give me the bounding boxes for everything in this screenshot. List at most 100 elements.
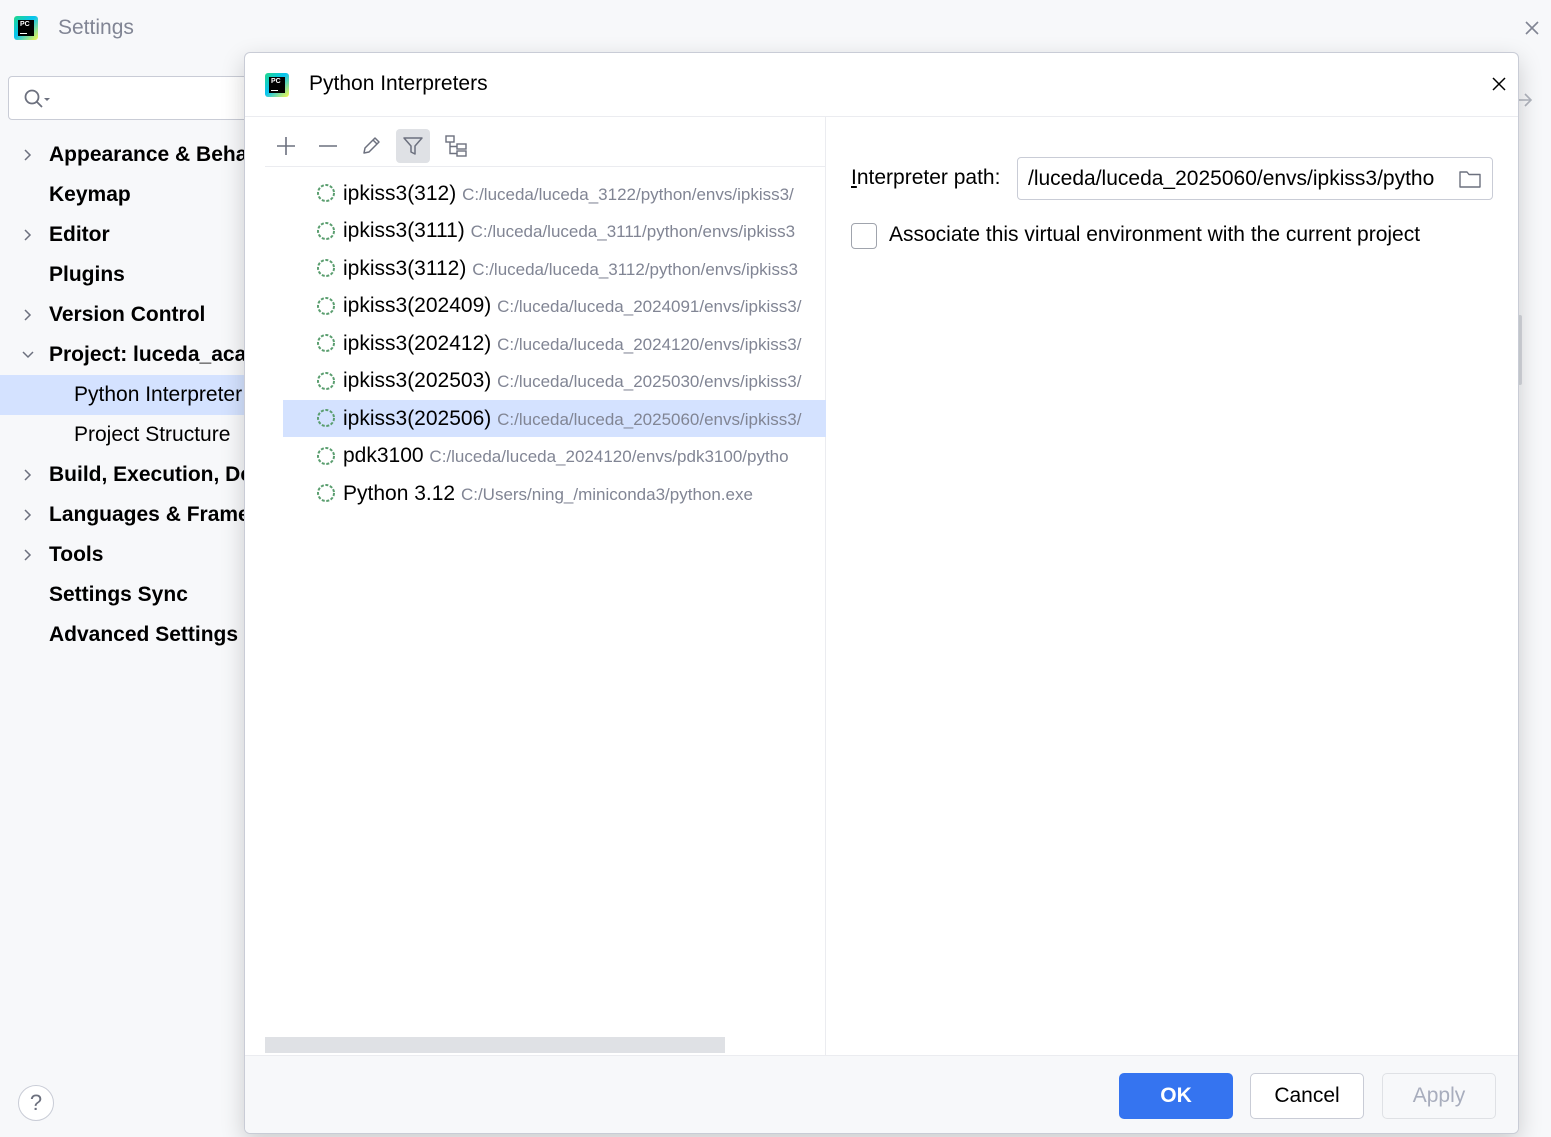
interpreter-name-text: ipkiss3(3111) bbox=[343, 219, 465, 242]
minus-icon bbox=[319, 145, 337, 147]
interpreter-name: ipkiss3(202412) C:/luceda/luceda_2024120… bbox=[343, 332, 801, 356]
sidebar-item-label: Project Structure bbox=[74, 423, 231, 446]
interpreter-name: ipkiss3(202409) C:/luceda/luceda_2024091… bbox=[343, 294, 801, 318]
interpreter-list-item[interactable]: ipkiss3(202503) C:/luceda/luceda_2025030… bbox=[283, 363, 826, 400]
virtualenv-icon bbox=[316, 371, 336, 391]
help-button[interactable]: ? bbox=[18, 1085, 54, 1121]
remove-interpreter-button[interactable] bbox=[311, 129, 345, 163]
sidebar-item-version-control[interactable]: Version Control bbox=[0, 295, 260, 335]
interpreter-path: C:/luceda/luceda_3122/python/envs/ipkiss… bbox=[462, 184, 794, 204]
interpreter-name: ipkiss3(3112) C:/luceda/luceda_3112/pyth… bbox=[343, 257, 798, 281]
interpreter-list-item[interactable]: ipkiss3(202412) C:/luceda/luceda_2024120… bbox=[283, 325, 826, 362]
edit-interpreter-button[interactable] bbox=[354, 129, 388, 163]
settings-titlebar: PC Settings bbox=[0, 0, 1551, 56]
sidebar-item-label: Build, Execution, Deployment bbox=[49, 463, 260, 486]
sidebar-item-keymap[interactable]: Keymap bbox=[0, 175, 260, 215]
settings-close-icon[interactable] bbox=[1520, 16, 1544, 40]
sidebar-item-label: Advanced Settings bbox=[49, 623, 239, 646]
interpreter-path: C:/luceda/luceda_3112/python/envs/ipkiss… bbox=[472, 259, 798, 279]
interpreter-name: ipkiss3(202503) C:/luceda/luceda_2025030… bbox=[343, 369, 801, 393]
interpreter-list-item[interactable]: ipkiss3(312) C:/luceda/luceda_3122/pytho… bbox=[283, 175, 826, 212]
ok-button[interactable]: OK bbox=[1119, 1073, 1233, 1119]
sidebar-item-tools[interactable]: Tools bbox=[0, 535, 260, 575]
interpreter-details-pane: Interpreter path: Associate this virtual… bbox=[827, 117, 1518, 1055]
dialog-header: PC Python Interpreters bbox=[245, 53, 1518, 117]
sidebar-item-build-execution-deployment[interactable]: Build, Execution, Deployment bbox=[0, 455, 260, 495]
interpreter-list-horizontal-scrollbar[interactable] bbox=[265, 1037, 725, 1053]
chevron-right-icon[interactable] bbox=[20, 147, 36, 163]
pencil-icon bbox=[363, 137, 380, 154]
sidebar-item-label: Project: luceda_academy bbox=[49, 343, 260, 366]
interpreter-path: C:/luceda/luceda_2024091/envs/ipkiss3/ bbox=[497, 297, 802, 316]
sidebar-item-label: Python Interpreter bbox=[74, 383, 243, 406]
interpreter-list-item[interactable]: Python 3.12 C:/Users/ning_/miniconda3/py… bbox=[283, 475, 826, 512]
chevron-down-icon[interactable] bbox=[20, 347, 36, 363]
chevron-right-icon[interactable] bbox=[20, 227, 36, 243]
chevron-right-icon[interactable] bbox=[20, 507, 36, 523]
sidebar-item-project-structure[interactable]: Project Structure bbox=[0, 415, 260, 455]
sidebar-item-label: Languages & Frameworks bbox=[49, 503, 260, 526]
sidebar-item-editor[interactable]: Editor bbox=[0, 215, 260, 255]
sidebar-item-plugins[interactable]: Plugins bbox=[0, 255, 260, 295]
sidebar-item-advanced-settings[interactable]: Advanced Settings bbox=[0, 615, 260, 655]
chevron-right-icon[interactable] bbox=[20, 307, 36, 323]
interpreter-path: C:/luceda/luceda_2024120/envs/ipkiss3/ bbox=[497, 334, 802, 354]
virtualenv-icon bbox=[316, 446, 336, 466]
chevron-right-icon[interactable] bbox=[20, 547, 36, 563]
sidebar-item-project-luceda-academy[interactable]: Project: luceda_academy bbox=[0, 335, 260, 375]
dialog-close-icon[interactable] bbox=[1488, 73, 1510, 95]
sidebar-item-settings-sync[interactable]: Settings Sync bbox=[0, 575, 260, 615]
interpreter-name-text: ipkiss3(202506) bbox=[343, 406, 492, 430]
interpreter-path: C:/luceda/luceda_2025030/envs/ipkiss3/ bbox=[497, 372, 802, 391]
interpreter-list-item[interactable]: ipkiss3(3111) C:/luceda/luceda_3111/pyth… bbox=[283, 213, 826, 250]
interpreter-path-field[interactable] bbox=[1017, 157, 1493, 200]
python-interpreters-dialog: PC Python Interpreters ipkiss3(312) C:/l… bbox=[244, 52, 1519, 1134]
pycharm-logo-icon: PC bbox=[265, 73, 289, 97]
interpreter-name-text: pdk3100 bbox=[343, 444, 424, 467]
interpreter-name: ipkiss3(202506) C:/luceda/luceda_2025060… bbox=[343, 407, 801, 431]
add-interpreter-button[interactable] bbox=[269, 129, 303, 163]
sidebar-item-python-interpreter[interactable]: Python Interpreter bbox=[0, 375, 260, 415]
interpreter-name-text: ipkiss3(202409) bbox=[343, 294, 492, 317]
sidebar-item-label: Keymap bbox=[49, 183, 131, 206]
associate-venv-label: Associate this virtual environment with … bbox=[889, 223, 1421, 246]
search-icon bbox=[24, 89, 50, 108]
chevron-right-icon[interactable] bbox=[20, 467, 36, 483]
sidebar-item-label: Editor bbox=[49, 223, 110, 246]
interpreter-path: C:/luceda/luceda_3111/python/envs/ipkiss… bbox=[470, 222, 796, 241]
plus-icon bbox=[277, 137, 295, 155]
show-paths-button[interactable] bbox=[439, 129, 473, 163]
sidebar-item-label: Settings Sync bbox=[49, 583, 188, 606]
filter-icon bbox=[403, 137, 423, 155]
virtualenv-icon bbox=[316, 258, 336, 278]
interpreter-name: Python 3.12 C:/Users/ning_/miniconda3/py… bbox=[343, 482, 753, 506]
interpreter-name: ipkiss3(3111) C:/luceda/luceda_3111/pyth… bbox=[343, 219, 795, 243]
folder-icon[interactable] bbox=[1458, 168, 1482, 190]
interpreter-path: C:/luceda/luceda_2024120/envs/pdk3100/py… bbox=[429, 447, 789, 466]
interpreter-list-item[interactable]: pdk3100 C:/luceda/luceda_2024120/envs/pd… bbox=[283, 438, 826, 475]
associate-venv-checkbox[interactable] bbox=[851, 223, 877, 249]
sidebar-item-languages-frameworks[interactable]: Languages & Frameworks bbox=[0, 495, 260, 535]
interpreter-name-text: ipkiss3(3112) bbox=[343, 256, 467, 280]
interpreter-list-item[interactable]: ipkiss3(3112) C:/luceda/luceda_3112/pyth… bbox=[283, 250, 826, 287]
interpreter-path-label: Interpreter path: bbox=[851, 166, 1001, 189]
interpreter-list-item[interactable]: ipkiss3(202409) C:/luceda/luceda_2024091… bbox=[283, 288, 826, 325]
sidebar-item-label: Tools bbox=[49, 543, 104, 566]
show-paths-icon bbox=[445, 135, 467, 157]
sidebar-item-appearance-behavior[interactable]: Appearance & Behavior bbox=[0, 135, 260, 175]
interpreter-path-input[interactable] bbox=[1028, 158, 1448, 199]
interpreter-list-item[interactable]: ipkiss3(202506) C:/luceda/luceda_2025060… bbox=[283, 400, 826, 437]
interpreter-name-text: Python 3.12 bbox=[343, 481, 456, 505]
virtualenv-icon bbox=[316, 296, 336, 316]
settings-window-title: Settings bbox=[58, 16, 134, 39]
sidebar-item-label: Version Control bbox=[49, 303, 206, 326]
cancel-button[interactable]: Cancel bbox=[1250, 1073, 1364, 1119]
virtualenv-icon bbox=[316, 183, 336, 203]
interpreter-path: C:/luceda/luceda_2025060/envs/ipkiss3/ bbox=[497, 409, 802, 429]
virtualenv-icon bbox=[316, 408, 336, 428]
virtualenv-icon bbox=[316, 483, 336, 503]
apply-button[interactable]: Apply bbox=[1382, 1073, 1496, 1119]
filter-interpreters-button[interactable] bbox=[396, 129, 430, 163]
interpreter-name-text: ipkiss3(202503) bbox=[343, 369, 492, 392]
interpreter-name-text: ipkiss3(312) bbox=[343, 181, 457, 205]
